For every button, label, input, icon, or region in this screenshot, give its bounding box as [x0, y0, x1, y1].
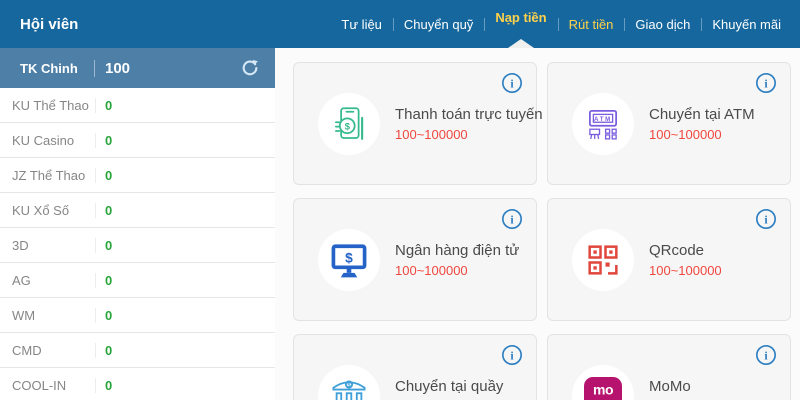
deposit-method-title: Thanh toán trực tuyến [395, 106, 543, 123]
svg-text:$: $ [345, 250, 353, 265]
account-row: WM 0 [0, 298, 275, 333]
nav-tab-label: Giao dịch [635, 17, 690, 32]
divider [94, 60, 95, 77]
deposit-method-title: Ngân hàng điện tử [395, 242, 519, 259]
svg-text:i: i [764, 348, 768, 362]
account-balance: 0 [95, 133, 112, 148]
account-row: KU Casino 0 [0, 123, 275, 158]
info-icon[interactable]: i [501, 208, 523, 230]
info-icon[interactable]: i [755, 344, 777, 366]
deposit-method-qrcode[interactable]: i [547, 198, 791, 321]
main-account-label: TK Chinh [20, 61, 94, 76]
deposit-method-limit: 100~100000 [649, 263, 722, 278]
account-label: KU Thể Thao [12, 98, 95, 113]
account-balance: 0 [95, 168, 112, 183]
account-row: COOL-IN 0 [0, 368, 275, 400]
account-balance: 0 [95, 273, 112, 288]
nav-tab-label: Nạp tiền [495, 10, 546, 25]
main-account-balance: 100 [105, 60, 130, 77]
nav-tab-khuyen-mai[interactable]: Khuyến mãi [701, 0, 792, 48]
svg-text:i: i [510, 348, 514, 362]
account-label: JZ Thể Thao [12, 168, 95, 183]
refresh-icon [240, 58, 260, 78]
account-row: CMD 0 [0, 333, 275, 368]
deposit-method-limit: 100~100000 [395, 263, 519, 278]
e-banking-monitor-icon: $ [318, 229, 380, 291]
info-icon[interactable]: i [755, 208, 777, 230]
account-label: COOL-IN [12, 378, 95, 393]
nav-tab-nap-tien[interactable]: Nạp tiền [484, 0, 557, 48]
page-title: Hội viên [20, 16, 78, 33]
svg-text:i: i [764, 212, 768, 226]
atm-icon: ATM [572, 93, 634, 155]
account-label: 3D [12, 238, 95, 253]
info-icon[interactable]: i [755, 72, 777, 94]
deposit-method-limit: 100~100000 [649, 127, 755, 142]
deposit-method-counter-transfer[interactable]: i $ [293, 334, 537, 400]
online-payment-phone-icon: $ [318, 93, 380, 155]
account-row: 3D 0 [0, 228, 275, 263]
deposit-method-title: QRcode [649, 242, 722, 259]
svg-text:$: $ [345, 121, 351, 132]
nav-tab-chuyen-quy[interactable]: Chuyển quỹ [393, 0, 484, 48]
account-row: KU Thể Thao 0 [0, 88, 275, 123]
account-sidebar: TK Chinh 100 KU Thể Thao 0 KU Casino 0 [0, 48, 275, 400]
qrcode-icon [572, 229, 634, 291]
account-label: CMD [12, 343, 95, 358]
nav-tab-label: Tư liệu [341, 17, 382, 32]
momo-icon: mo mo [572, 365, 634, 400]
content: TK Chinh 100 KU Thể Thao 0 KU Casino 0 [0, 48, 800, 400]
deposit-method-title: Chuyển tại quầy [395, 378, 503, 395]
account-label: WM [12, 308, 95, 323]
account-row: KU Xổ Số 0 [0, 193, 275, 228]
deposit-method-limit: 100~100000 [395, 127, 543, 142]
account-row: AG 0 [0, 263, 275, 298]
svg-text:i: i [510, 76, 514, 90]
main-account-row: TK Chinh 100 [0, 48, 275, 88]
account-row: JZ Thể Thao 0 [0, 158, 275, 193]
account-balance: 0 [95, 308, 112, 323]
deposit-method-ebanking[interactable]: i $ Ngân hàng điện tử 100~100000 [293, 198, 537, 321]
info-icon[interactable]: i [501, 344, 523, 366]
account-balance: 0 [95, 238, 112, 253]
bank-counter-icon: $ [318, 365, 380, 400]
top-nav: Tư liệu Chuyển quỹ Nạp tiền Rút tiền Gia… [330, 0, 800, 48]
account-balance: 0 [95, 98, 112, 113]
svg-text:i: i [764, 76, 768, 90]
info-icon[interactable]: i [501, 72, 523, 94]
svg-text:mo: mo [593, 396, 613, 400]
active-tab-pointer-icon [508, 39, 534, 48]
nav-tab-rut-tien[interactable]: Rút tiền [558, 0, 625, 48]
header: Hội viên Tư liệu Chuyển quỹ Nạp tiền Rút… [0, 0, 800, 48]
deposit-method-title: Chuyển tại ATM [649, 106, 755, 123]
account-label: AG [12, 273, 95, 288]
deposit-method-atm-transfer[interactable]: i ATM [547, 62, 791, 185]
account-label: KU Casino [12, 133, 95, 148]
nav-tab-giao-dich[interactable]: Giao dịch [624, 0, 701, 48]
account-balance: 0 [95, 203, 112, 218]
deposit-method-grid: i $ [293, 62, 791, 400]
nav-tab-label: Chuyển quỹ [404, 17, 473, 32]
svg-text:ATM: ATM [594, 116, 612, 123]
svg-text:i: i [510, 212, 514, 226]
deposit-method-momo[interactable]: i mo mo MoMo 100~10000 [547, 334, 791, 400]
nav-tab-tu-lieu[interactable]: Tư liệu [330, 0, 393, 48]
account-balance: 0 [95, 378, 112, 393]
account-balance: 0 [95, 343, 112, 358]
deposit-method-online-payment[interactable]: i $ [293, 62, 537, 185]
account-label: KU Xổ Số [12, 203, 95, 218]
nav-tab-label: Rút tiền [569, 17, 614, 32]
nav-tab-label: Khuyến mãi [712, 17, 781, 32]
deposit-method-title: MoMo [649, 378, 714, 395]
deposit-methods-panel: i $ [275, 48, 800, 400]
member-page: Hội viên Tư liệu Chuyển quỹ Nạp tiền Rút… [0, 0, 800, 400]
refresh-balance-button[interactable] [237, 55, 263, 81]
